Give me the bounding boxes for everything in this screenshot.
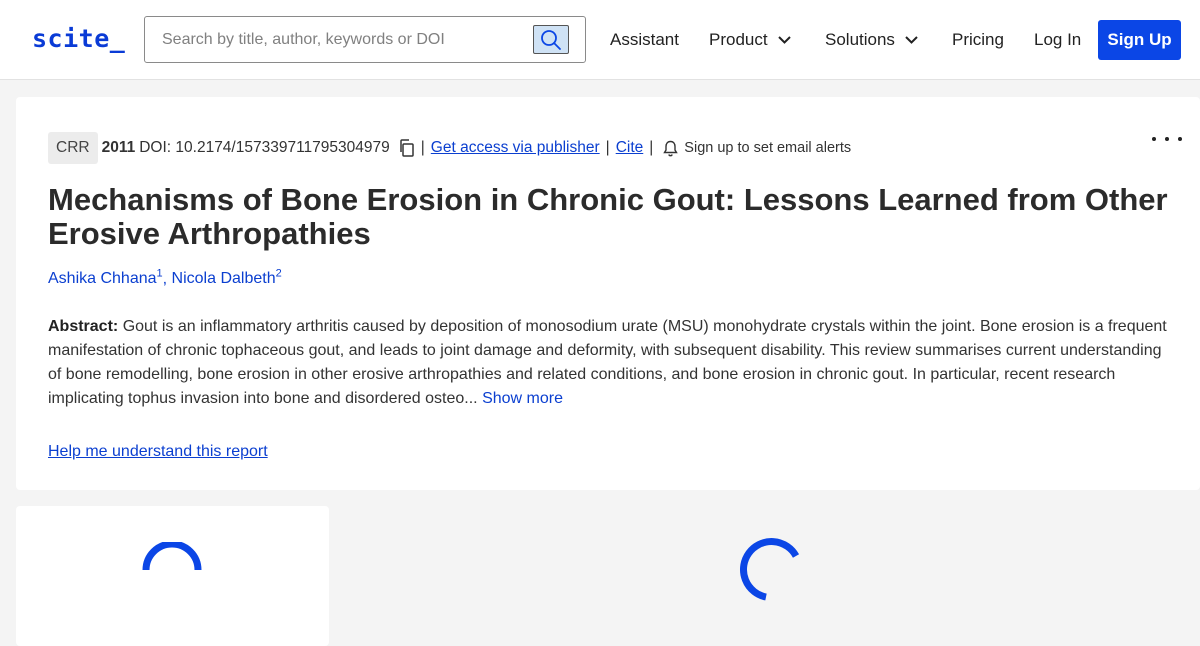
journal-badge[interactable]: CRR [48,132,98,164]
report-title: Mechanisms of Bone Erosion in Chronic Go… [48,182,1168,251]
copy-doi-button[interactable] [398,139,415,157]
nav-login-label: Log In [1034,30,1082,49]
author-name: Nicola Dalbeth [171,270,276,288]
chevron-down-icon [905,36,918,44]
report-card: CRR 2011 DOI: 10.2174/157339711795304979… [16,97,1200,490]
email-alerts-button[interactable] [663,140,679,157]
nav-solutions-label: Solutions [825,30,895,49]
nav-solutions[interactable]: Solutions [825,30,918,50]
nav-login[interactable]: Log In [1034,30,1081,50]
abstract-label: Abstract: [48,318,119,335]
side-panel-card [16,506,329,646]
get-access-link[interactable]: Get access via publisher [431,139,600,157]
nav-assistant[interactable]: Assistant [610,30,679,50]
author-link[interactable]: Ashika Chhana1 [48,268,163,288]
scite-logo[interactable]: scite_ [32,24,125,53]
search-button[interactable] [533,25,569,54]
show-more-link[interactable]: Show more [482,390,563,407]
top-navigation-bar: scite_ Assistant Product Solutions Prici… [0,0,1200,80]
email-alerts-label[interactable]: Sign up to set email alerts [684,140,851,156]
loading-spinner [142,542,202,571]
chevron-down-icon [777,36,791,44]
more-options-button[interactable] [1152,129,1182,149]
search-input[interactable] [162,28,522,52]
bell-icon [663,140,679,156]
author-separator: , [162,270,172,288]
cite-link[interactable]: Cite [616,139,644,157]
abstract-text: Gout is an inflammatory arthritis caused… [48,318,1167,407]
nav-product-label: Product [709,30,768,49]
more-icon [1165,137,1169,141]
doi-text: DOI: 10.2174/157339711795304979 [139,139,390,156]
more-icon [1178,137,1182,141]
help-understand-link[interactable]: Help me understand this report [48,443,268,461]
loading-spinner [740,538,800,601]
report-meta-row: CRR 2011 DOI: 10.2174/157339711795304979… [48,132,851,164]
nav-pricing[interactable]: Pricing [952,30,1004,50]
author-name: Ashika Chhana [48,270,157,288]
author-affiliation: 2 [275,268,282,280]
nav-pricing-label: Pricing [952,30,1004,49]
divider: | [649,139,654,156]
more-icon [1152,137,1156,141]
copy-icon [400,139,414,157]
search-box [144,16,586,63]
divider: | [605,139,610,156]
author-list: Ashika Chhana1, Nicola Dalbeth2 [48,268,282,288]
divider: | [420,139,425,156]
search-icon [541,29,561,50]
sign-up-button[interactable]: Sign Up [1098,20,1181,60]
publication-year: 2011 [101,139,136,156]
abstract: Abstract: Gout is an inflammatory arthri… [48,315,1168,411]
author-link[interactable]: Nicola Dalbeth2 [171,268,282,288]
nav-assistant-label: Assistant [610,30,679,49]
nav-product[interactable]: Product [709,30,791,50]
